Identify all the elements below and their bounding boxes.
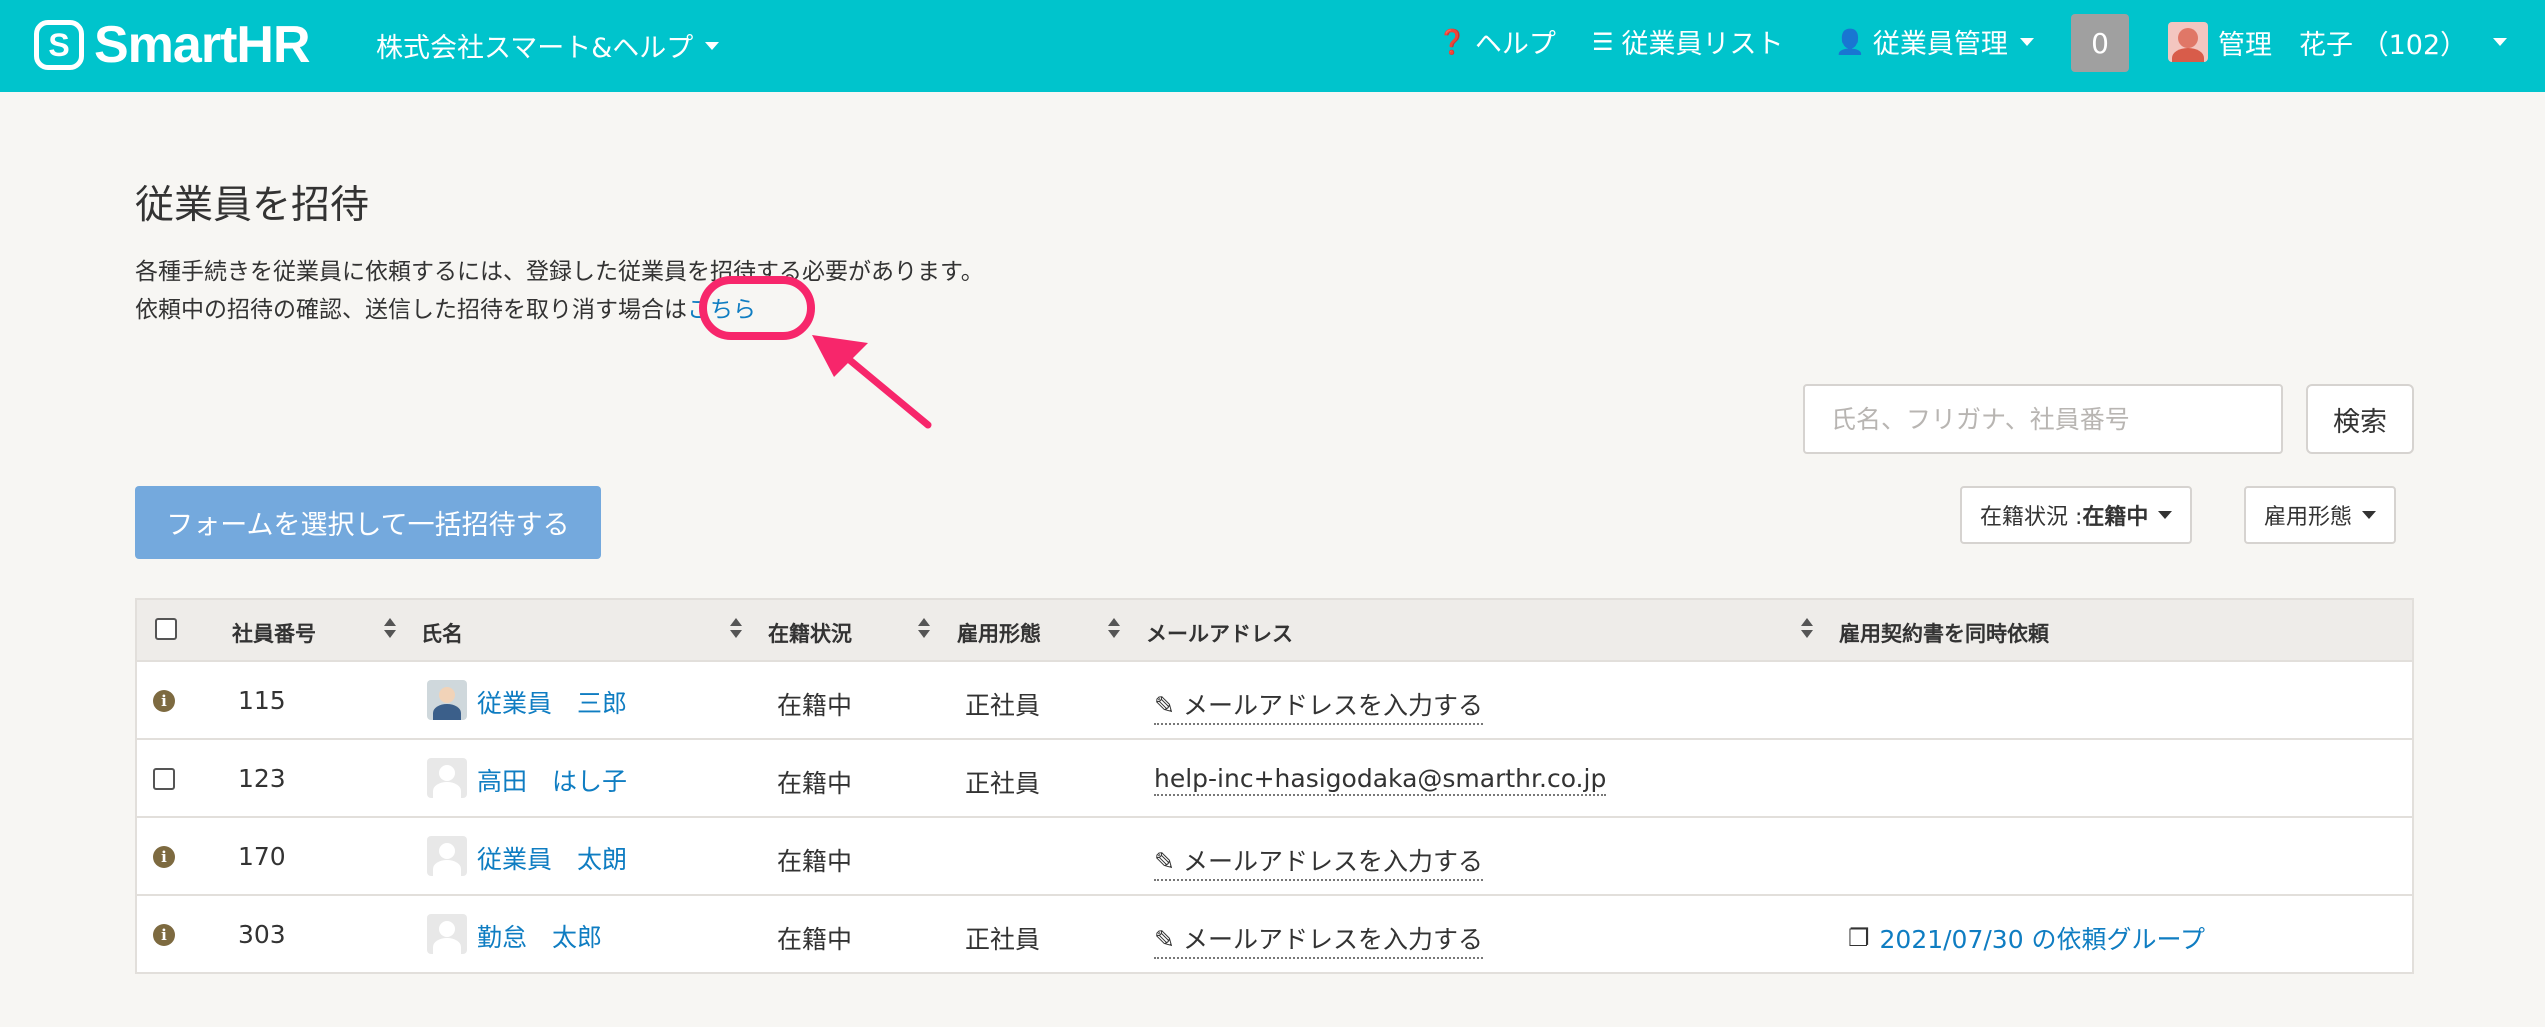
employment-status: 在籍中	[777, 847, 853, 876]
info-icon[interactable]: i	[153, 846, 175, 868]
avatar	[427, 680, 467, 720]
employee-name-link[interactable]: 高田 はし子	[477, 762, 627, 798]
page-title: 従業員を招待	[135, 183, 370, 228]
pencil-icon: ✎	[1154, 925, 1175, 954]
employee-name-link[interactable]: 勤怠 太郎	[477, 918, 602, 954]
column-header-employee-number[interactable]: 社員番号	[232, 618, 316, 648]
request-group-label: 2021/07/30 の依頼グループ	[1879, 925, 2206, 954]
chevron-down-icon	[2158, 511, 2173, 519]
enter-email-link[interactable]: ✎ メールアドレスを入力する	[1154, 686, 1483, 725]
description-line-2: 依頼中の招待の確認、送信した招待を取り消す場合はこちら	[135, 290, 756, 324]
sort-icon[interactable]	[918, 618, 930, 638]
annotation-arrow-icon	[812, 335, 932, 429]
enter-email-label: メールアドレスを入力する	[1182, 847, 1483, 876]
table-row: i 303 勤怠 太郎 在籍中 正社員 ✎ メールアドレスを入力する ❐ 2021/…	[137, 896, 2412, 974]
company-selector[interactable]: 株式会社スマート&ヘルプ	[376, 26, 720, 65]
logo-text: SmartHR	[94, 16, 310, 74]
chevron-down-icon	[2019, 37, 2034, 46]
question-circle-icon: ❓	[1437, 27, 1467, 56]
annotation-highlight-ring	[699, 276, 815, 340]
employee-name-link[interactable]: 従業員 三郎	[477, 684, 627, 720]
employment-type-filter-label: 雇用形態	[2264, 505, 2353, 530]
description-line-2-text: 依頼中の招待の確認、送信した招待を取り消す場合は	[135, 297, 687, 323]
avatar	[427, 836, 467, 876]
list-icon: ☰	[1592, 27, 1614, 56]
company-name: 株式会社スマート&ヘルプ	[376, 33, 694, 64]
nav-employee-management-label: 従業員管理	[1872, 29, 2008, 60]
table-row: 123 高田 はし子 在籍中 正社員 help-inc+hasigodaka@s…	[137, 740, 2412, 818]
nav-help[interactable]: ❓ ヘルプ	[1437, 22, 1556, 61]
status-filter-label: 在籍状況 :	[1980, 505, 2083, 530]
chevron-down-icon	[705, 41, 720, 50]
top-navigation-bar: S SmartHR 株式会社スマート&ヘルプ ❓ ヘルプ ☰ 従業員リスト 👤 …	[0, 0, 2545, 92]
status-filter-value: 在籍中	[2082, 505, 2149, 530]
employment-status: 在籍中	[777, 691, 853, 720]
chevron-down-icon	[2493, 38, 2508, 46]
column-header-employment-type[interactable]: 雇用形態	[957, 618, 1041, 648]
user-icon: 👤	[1835, 27, 1865, 56]
nav-employee-list[interactable]: ☰ 従業員リスト	[1592, 22, 1784, 61]
status-filter-dropdown[interactable]: 在籍状況 : 在籍中	[1960, 486, 2193, 544]
nav-help-label: ヘルプ	[1474, 29, 1556, 60]
chevron-down-icon	[2362, 511, 2377, 519]
column-header-email[interactable]: メールアドレス	[1146, 618, 1293, 648]
employment-type: 正社員	[965, 691, 1041, 720]
enter-email-link[interactable]: ✎ メールアドレスを入力する	[1154, 920, 1483, 959]
employment-type-filter-dropdown[interactable]: 雇用形態	[2244, 486, 2397, 544]
employment-status: 在籍中	[777, 769, 853, 798]
enter-email-label: メールアドレスを入力する	[1182, 925, 1483, 954]
avatar	[427, 914, 467, 954]
select-all-checkbox[interactable]	[155, 618, 177, 640]
employee-number: 170	[238, 842, 286, 871]
avatar	[427, 758, 467, 798]
employment-type: 正社員	[965, 769, 1041, 798]
sort-icon[interactable]	[730, 618, 742, 638]
column-header-status[interactable]: 在籍状況	[768, 618, 852, 648]
nav-employee-list-label: 従業員リスト	[1621, 29, 1784, 60]
employee-number: 115	[238, 686, 286, 715]
smarthr-logo-mark-icon: S	[34, 20, 84, 70]
nav-employee-management[interactable]: 👤 従業員管理	[1835, 22, 2034, 61]
employee-number: 123	[238, 764, 286, 793]
column-header-contract-request: 雇用契約書を同時依頼	[1839, 622, 2049, 646]
email-address-link[interactable]: help-inc+hasigodaka@smarthr.co.jp	[1154, 764, 1607, 796]
info-icon[interactable]: i	[153, 690, 175, 712]
employment-type: 正社員	[965, 925, 1041, 954]
table-header: 社員番号 氏名 在籍状況 雇用形態 メールアドレス 雇用契約書を同時依頼	[137, 600, 2412, 662]
avatar	[2168, 22, 2208, 62]
column-header-name[interactable]: 氏名	[421, 618, 463, 648]
notification-count-badge[interactable]: 0	[2071, 14, 2129, 72]
row-select-checkbox[interactable]	[153, 768, 175, 790]
employee-number: 303	[238, 920, 286, 949]
info-icon[interactable]: i	[153, 924, 175, 946]
bulk-invite-button[interactable]: フォームを選択して一括招待する	[135, 486, 601, 559]
description-line-1: 各種手続きを従業員に依頼するには、登録した従業員を招待する必要があります。	[135, 259, 984, 285]
sort-icon[interactable]	[1108, 618, 1120, 638]
sort-icon[interactable]	[384, 618, 396, 638]
table-row: i 115 従業員 三郎 在籍中 正社員 ✎ メールアドレスを入力する	[137, 662, 2412, 740]
employment-status: 在籍中	[777, 925, 853, 954]
user-name: 管理 花子 （102）	[2218, 29, 2468, 61]
pencil-icon: ✎	[1154, 691, 1175, 720]
copy-icon: ❐	[1848, 924, 1870, 952]
request-group-link[interactable]: ❐ 2021/07/30 の依頼グループ	[1848, 920, 2205, 956]
smarthr-logo[interactable]: S SmartHR	[34, 16, 310, 74]
employee-table: 社員番号 氏名 在籍状況 雇用形態 メールアドレス 雇用契約書を同時依頼 i 1…	[135, 598, 2414, 974]
table-row: i 170 従業員 太朗 在籍中 ✎ メールアドレスを入力する	[137, 818, 2412, 896]
sort-icon[interactable]	[1801, 618, 1813, 638]
search-input[interactable]	[1803, 384, 2283, 454]
search-button[interactable]: 検索	[2306, 384, 2414, 454]
pencil-icon: ✎	[1154, 847, 1175, 876]
enter-email-label: メールアドレスを入力する	[1182, 691, 1483, 720]
employee-name-link[interactable]: 従業員 太朗	[477, 840, 627, 876]
enter-email-link[interactable]: ✎ メールアドレスを入力する	[1154, 842, 1483, 881]
user-menu[interactable]: 管理 花子 （102）	[2168, 22, 2508, 62]
